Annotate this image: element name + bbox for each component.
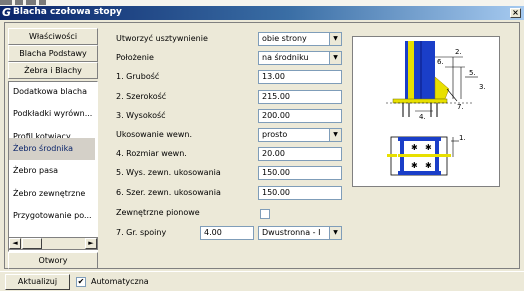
reinforcement-value: obie strony <box>262 34 307 43</box>
dropdown-arrow-icon[interactable]: ▼ <box>329 52 341 64</box>
weld-type-select[interactable]: Dwustronna - I ▼ <box>258 226 342 240</box>
reinforcement-select[interactable]: obie strony ▼ <box>258 32 342 46</box>
toolbar-block <box>0 0 12 5</box>
width-input[interactable]: 215.00 <box>258 90 342 104</box>
width-label: 2. Szerokość <box>116 92 167 101</box>
bottom-bar: Aktualizuj ✔ Automatyczna <box>0 271 524 291</box>
tab-properties[interactable]: Właściwości <box>8 28 98 45</box>
height-input[interactable]: 200.00 <box>258 109 342 123</box>
app-icon: G <box>2 6 12 19</box>
weld-size-input[interactable]: 4.00 <box>200 226 254 240</box>
dropdown-arrow-icon[interactable]: ▼ <box>329 227 341 239</box>
dropdown-arrow-icon[interactable]: ▼ <box>329 33 341 45</box>
stiffener-diagram: ✱ ✱ ✱ ✱ 2. 5. 6. 3. 4. 7. 1. <box>352 36 500 187</box>
close-button[interactable]: × <box>510 8 521 18</box>
list-item[interactable]: Żebro pasa <box>9 160 95 182</box>
tab-base-plate[interactable]: Blacha Podstawy <box>8 45 98 62</box>
outer-bevel-width-input[interactable]: 150.00 <box>258 186 342 200</box>
list-hscrollbar[interactable]: ◄ ► <box>8 237 98 250</box>
svg-text:✱: ✱ <box>425 161 432 170</box>
position-value: na środniku <box>262 53 309 62</box>
outer-bevel-width-label: 6. Szer. zewn. ukosowania <box>116 188 221 197</box>
list-item[interactable]: Podkładki wyrówn... <box>9 103 95 125</box>
vertical-outer-checkbox[interactable] <box>260 209 270 219</box>
stiffener-drawing-icon: ✱ ✱ ✱ ✱ 2. 5. 6. 3. 4. 7. 1. <box>386 41 486 176</box>
tab-ribs-plates[interactable]: Żebra i Blachy <box>8 62 98 79</box>
thickness-label: 1. Grubość <box>116 72 160 81</box>
inner-size-input[interactable]: 20.00 <box>258 147 342 161</box>
list-item-selected[interactable]: Żebro środnika <box>9 138 95 160</box>
thickness-input[interactable]: 13.00 <box>258 70 342 84</box>
scroll-right-icon[interactable]: ► <box>85 238 97 249</box>
svg-text:✱: ✱ <box>411 161 418 170</box>
toolbar-block <box>39 0 46 5</box>
dim-label-1: 1. <box>459 134 466 142</box>
auto-update-checkbox[interactable]: ✔ <box>76 277 86 287</box>
vertical-outer-label: Zewnętrzne pionowe <box>116 208 200 217</box>
weld-type-value: Dwustronna - I <box>262 228 321 237</box>
scroll-thumb[interactable] <box>22 238 42 249</box>
list-item[interactable]: Przygotowanie po... <box>9 205 95 227</box>
dim-label-3: 3. <box>479 83 486 91</box>
scroll-left-icon[interactable]: ◄ <box>9 238 21 249</box>
inner-bevel-label: Ukosowanie wewn. <box>116 130 192 139</box>
position-label: Położenie <box>116 53 154 62</box>
list-item[interactable]: Żebro zewnętrzne <box>9 183 95 205</box>
list-item[interactable]: Dodatkowa blacha <box>9 81 95 103</box>
outer-bevel-height-input[interactable]: 150.00 <box>258 166 342 180</box>
dim-label-7: 7. <box>457 103 464 111</box>
auto-update-label: Automatyczna <box>91 277 149 286</box>
toolbar-block <box>15 0 23 5</box>
inner-bevel-value: prosto <box>262 130 288 139</box>
update-button[interactable]: Aktualizuj <box>5 274 70 290</box>
dim-label-5: 5. <box>469 69 476 77</box>
dim-label-4: 4. <box>419 113 426 121</box>
inner-size-label: 4. Rozmiar wewn. <box>116 149 187 158</box>
height-label: 3. Wysokość <box>116 111 166 120</box>
weld-size-label: 7. Gr. spoiny <box>116 228 167 237</box>
reinforcement-label: Utworzyć usztywnienie <box>116 34 208 43</box>
svg-text:✱: ✱ <box>425 143 432 152</box>
dim-label-2: 2. <box>455 48 462 56</box>
window-title: Blacha czołowa stopy <box>13 7 122 17</box>
dropdown-arrow-icon[interactable]: ▼ <box>329 129 341 141</box>
position-select[interactable]: na środniku ▼ <box>258 51 342 65</box>
dim-label-6: 6. <box>437 58 444 66</box>
svg-text:✱: ✱ <box>411 143 418 152</box>
tab-holes[interactable]: Otwory <box>8 252 98 269</box>
title-bar: G Blacha czołowa stopy × <box>0 6 524 20</box>
inner-bevel-select[interactable]: prosto ▼ <box>258 128 342 142</box>
toolbar-block <box>26 0 36 5</box>
outer-bevel-height-label: 5. Wys. zewn. ukosowania <box>116 168 221 177</box>
